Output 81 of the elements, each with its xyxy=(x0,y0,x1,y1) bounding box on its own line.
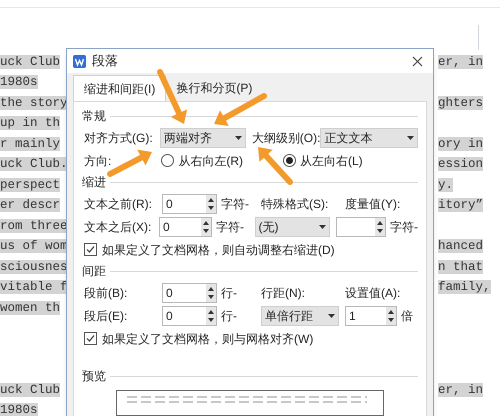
field-label: 行距(N): xyxy=(261,284,306,302)
field-label: 方向: xyxy=(84,152,112,170)
document-text: sciousnes xyxy=(0,260,68,274)
dropdown[interactable]: 两端对齐 xyxy=(160,128,246,148)
spin-field[interactable] xyxy=(336,216,386,236)
spinner-arrows-icon xyxy=(206,284,216,302)
section-heading: 缩进 xyxy=(82,174,106,191)
document-text: er, in xyxy=(438,382,484,397)
field-label: 如果定义了文档网格，则与网格对齐(W) xyxy=(102,330,314,348)
document-text: hanced xyxy=(438,239,484,254)
app-logo-icon xyxy=(73,54,86,68)
document-text: up in th xyxy=(0,116,60,130)
document-text: er, in xyxy=(438,54,484,69)
document-text: y. xyxy=(438,178,454,192)
field-label: 段前(B): xyxy=(84,284,128,302)
dialog-tab[interactable]: 换行和分页(P) xyxy=(166,75,262,101)
document-text: ghters xyxy=(438,96,484,110)
document-text: n that xyxy=(438,260,484,274)
dialog-title: 段落 xyxy=(92,52,118,70)
field-label: 行- xyxy=(221,308,238,324)
document-text: the story xyxy=(0,96,68,110)
section-heading: 预览 xyxy=(82,368,106,385)
spin-field[interactable]: 0 xyxy=(159,216,212,236)
annotation-arrow xyxy=(258,147,293,185)
spinner-arrows-icon xyxy=(206,306,216,324)
spinner-arrows-icon xyxy=(375,218,385,236)
checkbox[interactable] xyxy=(84,243,97,256)
document-text: itory” xyxy=(438,198,484,212)
document-text: uck Club. xyxy=(0,157,68,172)
document-text: women th xyxy=(0,300,60,315)
spinner-arrows-icon xyxy=(206,194,216,212)
radio-button[interactable] xyxy=(283,154,296,167)
field-label: 从右向左(R) xyxy=(178,152,244,170)
document-text: family, xyxy=(438,280,491,294)
document-text: ession xyxy=(438,157,484,172)
document-text: rom three xyxy=(0,218,68,233)
caret-icon xyxy=(328,314,335,318)
field-label: 度量值(Y): xyxy=(345,196,400,212)
field-label: 特殊格式(S): xyxy=(261,196,330,212)
field-label: 行- xyxy=(221,284,238,302)
document-text: 1980s xyxy=(0,403,38,416)
dialog-tab[interactable]: 缩进和间距(I) xyxy=(73,75,166,101)
dropdown[interactable]: (无) xyxy=(254,216,330,236)
document-text: perspect xyxy=(0,178,60,192)
dropdown[interactable]: 正文文本 xyxy=(320,128,418,148)
spin-field[interactable]: 1 xyxy=(345,306,397,326)
document-text: uck Club xyxy=(0,54,60,69)
field-label: 设置值(A): xyxy=(345,284,400,302)
spin-field[interactable]: 0 xyxy=(162,306,217,326)
caret-icon xyxy=(234,136,242,140)
section-heading: 常规 xyxy=(82,108,106,125)
field-label: 段后(E): xyxy=(84,308,128,324)
field-label: 文本之前(R): xyxy=(84,196,153,212)
spinner-arrows-icon xyxy=(386,306,396,324)
document-text: uck Club xyxy=(0,382,60,397)
section-heading: 间距 xyxy=(82,263,106,280)
document-text: r mainly xyxy=(0,136,60,151)
field-label: 倍 xyxy=(401,308,413,324)
annotation-arrow xyxy=(107,150,152,177)
field-label: 从左向右(L) xyxy=(300,152,363,170)
spin-field[interactable]: 0 xyxy=(162,282,217,302)
field-label: 大纲级别(O): xyxy=(252,130,320,146)
field-label: 对齐方式(G): xyxy=(84,130,154,146)
caret-icon xyxy=(407,136,414,140)
document-text: ory in xyxy=(438,136,484,151)
field-label: 如果定义了文档网格，则自动调整右缩进(D) xyxy=(102,242,335,258)
document-text: er descr xyxy=(0,198,60,212)
field-label: 字符- xyxy=(216,218,246,236)
spinner-arrows-icon xyxy=(201,218,212,236)
annotation-arrow xyxy=(214,93,267,126)
document-text: 1980s xyxy=(0,75,38,90)
close-icon xyxy=(412,56,422,66)
field-label: 字符- xyxy=(390,218,418,236)
checkbox[interactable] xyxy=(84,332,97,345)
caret-icon xyxy=(318,224,326,228)
field-label: 文本之后(X): xyxy=(84,218,152,236)
field-label: 字符- xyxy=(221,196,250,212)
spin-field[interactable]: 0 xyxy=(162,194,217,214)
dropdown[interactable]: 单倍行距 xyxy=(261,306,339,326)
annotation-arrow xyxy=(157,69,188,124)
radio-button[interactable] xyxy=(161,154,174,167)
